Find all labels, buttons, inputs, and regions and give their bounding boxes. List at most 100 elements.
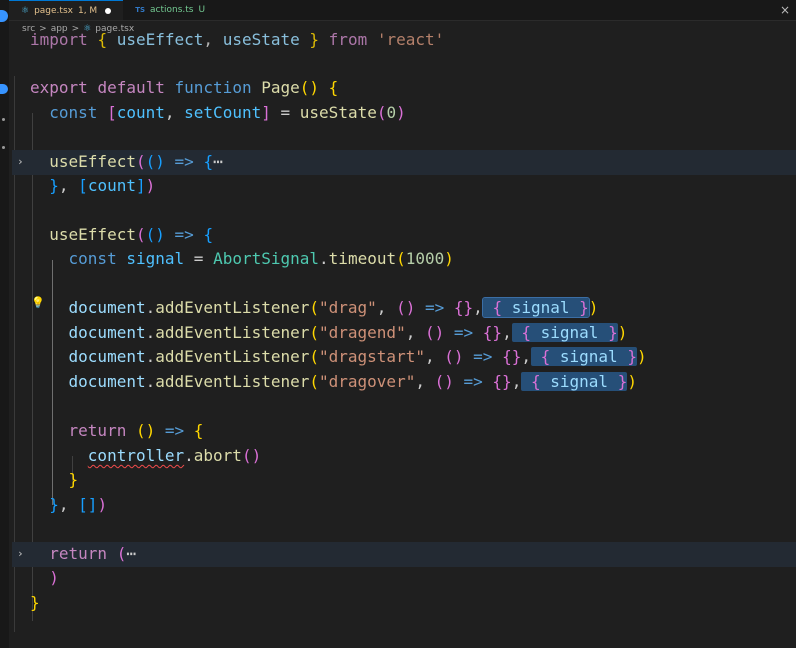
token: signal (550, 372, 609, 391)
token: } (68, 470, 79, 489)
token: ( (145, 152, 156, 171)
react-file-icon: ⚛ (21, 5, 30, 16)
code-line[interactable]: document.addEventListener("dragover", ()… (12, 370, 796, 395)
token: ) (309, 78, 320, 97)
breakpoint-badge-icon[interactable] (0, 84, 8, 94)
code-line[interactable]: useEffect(() => { (12, 223, 796, 248)
token: . (145, 372, 156, 391)
token: ( (135, 152, 146, 171)
token: Page (261, 78, 300, 97)
token: const (49, 103, 98, 122)
token: 'react' (376, 30, 445, 49)
token: addEventListener (155, 323, 310, 342)
token: ] (261, 103, 271, 122)
token: ( (241, 446, 252, 465)
breadcrumb-item-src[interactable]: src (22, 24, 35, 34)
error-token[interactable]: controller (88, 446, 184, 465)
token: { (492, 298, 503, 317)
token: setCount (184, 103, 262, 122)
token: ( (135, 225, 146, 244)
tab-git-status: 1, M (77, 5, 98, 16)
code-line[interactable]: } (12, 468, 796, 493)
token: } (627, 347, 637, 366)
token: ( (396, 249, 406, 268)
token: => (174, 225, 194, 244)
token: 0 (386, 103, 397, 122)
token: ( (396, 298, 406, 317)
token: const (68, 249, 117, 268)
code-line[interactable]: }, [count]) (12, 174, 796, 199)
code-line[interactable]: document.addEventListener("dragstart", (… (12, 345, 796, 370)
token: ( (135, 421, 146, 440)
code-line[interactable]: return () => { (12, 419, 796, 444)
tab-git-status: U (198, 5, 206, 15)
token: => (453, 323, 474, 342)
token: ) (434, 323, 445, 342)
token: ( (145, 225, 156, 244)
token: } (49, 176, 59, 195)
token: document (68, 372, 146, 391)
token: {} (453, 298, 474, 317)
code-line[interactable]: const signal = AbortSignal.timeout(1000) (12, 247, 796, 272)
token: ) (588, 298, 599, 317)
unsaved-dot-icon[interactable] (105, 7, 112, 14)
code-line[interactable]: export default function Page() { (12, 76, 796, 101)
token: count (87, 176, 136, 195)
code-line[interactable]: document.addEventListener("dragend", () … (12, 321, 796, 346)
code-line[interactable]: document.addEventListener("drag", () => … (12, 296, 796, 321)
token: ) (155, 225, 165, 244)
code-line-folded[interactable]: › useEffect(() => {⋯ (12, 150, 796, 175)
token: [] (78, 495, 98, 514)
token: . (145, 347, 156, 366)
token: } (49, 495, 59, 514)
token: count (116, 103, 165, 122)
token: { (521, 323, 531, 342)
fold-ellipsis-icon[interactable]: ⋯ (213, 152, 223, 171)
selection-highlight: { signal } (481, 297, 590, 318)
token: [ (107, 103, 117, 122)
token: ) (145, 421, 156, 440)
token: {} (482, 323, 503, 342)
token: ( (116, 544, 127, 563)
token: { (530, 372, 541, 391)
chevron-right-icon: > (39, 24, 47, 34)
code-line[interactable]: const [count, setCount] = useState(0) (12, 101, 796, 126)
token: } (608, 323, 618, 342)
token: from (328, 30, 368, 49)
source-control-badge-icon[interactable] (0, 10, 8, 22)
code-line[interactable]: ) (12, 566, 796, 591)
react-file-icon: ⚛ (83, 24, 92, 34)
code-line-folded[interactable]: › return (⋯ (12, 542, 796, 567)
close-icon[interactable]: × (780, 3, 790, 17)
token: ( (299, 78, 310, 97)
breadcrumb-item-app[interactable]: app (51, 24, 68, 34)
token: addEventListener (155, 347, 310, 366)
token: = (193, 249, 204, 268)
token: . (145, 298, 156, 317)
token: => (473, 347, 493, 366)
chevron-right-icon[interactable]: › (17, 542, 24, 567)
token: ( (309, 347, 319, 366)
token: document (68, 323, 146, 342)
token: signal (540, 323, 599, 342)
code-line[interactable]: } (12, 591, 796, 616)
token: {} (502, 347, 522, 366)
code-editor[interactable]: import { useEffect, useState } from 'rea… (12, 16, 796, 648)
code-line[interactable]: }, []) (12, 493, 796, 518)
token: ) (453, 347, 464, 366)
code-line[interactable]: controller.abort() (12, 444, 796, 469)
token: ) (444, 372, 454, 391)
token: ( (424, 323, 435, 342)
token: { (203, 225, 214, 244)
token: [ (78, 176, 88, 195)
token: addEventListener (155, 372, 310, 391)
token: signal (511, 298, 570, 317)
token: {} (492, 372, 512, 391)
chevron-right-icon[interactable]: › (17, 150, 24, 175)
fold-ellipsis-icon[interactable]: ⋯ (126, 544, 136, 563)
token: } (617, 372, 628, 391)
token: } (579, 298, 589, 317)
token: ) (396, 103, 406, 122)
token: ) (251, 446, 262, 465)
breadcrumb-item-file[interactable]: page.tsx (95, 24, 134, 34)
